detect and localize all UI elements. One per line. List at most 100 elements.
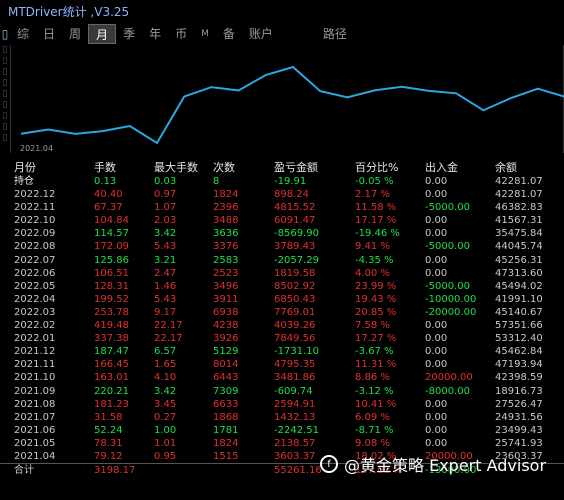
tab-9[interactable]: 账户 [242,24,280,44]
table-row[interactable]: 2022.03 253.78 9.17 6938 7769.01 20.85 % -2000… [0,306,564,319]
cell-maxLots: 5.43 [154,241,177,253]
cell-lots: 181.23 [94,398,129,410]
table-row[interactable]: 2022.01 337.38 22.17 3926 7849.56 17.27 % 0.00… [0,332,564,345]
tab-7[interactable]: M [194,24,216,44]
header-pnl[interactable]: 盈亏金额 [274,160,355,175]
cell-balance: 44045.74 [495,241,543,253]
side-marker-icon: ▯ [1,27,9,41]
header-count[interactable]: 次数 [213,160,274,175]
table-row[interactable]: 2022.02 419.48 22.17 4238 4039.26 7.58 % 0.00 5… [0,319,564,332]
cell-maxLots: 0.95 [154,450,177,462]
cell-balance: 23499.43 [495,424,543,436]
table-row[interactable]: 2021.11 166.45 1.65 8014 4795.35 11.31 % 0.00 4… [0,358,564,371]
cell-flow: 0.00 [425,411,448,423]
tab-8[interactable]: 备 [216,24,242,44]
header-month[interactable]: 月份 [0,160,94,175]
cell-balance: 45494.02 [495,280,543,292]
cell-count: 6633 [213,398,239,410]
table-row[interactable]: 持仓 0.13 0.03 8 -19.91 -0.05 % 0.00 42281.07 [0,175,564,188]
cell-pct: 19.43 % [355,293,397,305]
cell-month: 2022.11 [14,202,56,214]
cell-maxLots: 0.97 [154,189,177,201]
table-row[interactable]: 2022.11 67.37 1.07 2396 4815.52 11.58 % -5000.… [0,201,564,214]
cell-maxLots: 1.07 [154,202,177,214]
table-row[interactable]: 2022.08 172.09 5.43 3376 3789.43 9.41 % -5000.… [0,240,564,253]
cell-maxLots: 9.17 [154,306,177,318]
table-row[interactable]: 2022.05 128.31 1.46 3496 8502.92 23.99 % -5000… [0,280,564,293]
table-row[interactable]: 2021.12 187.47 6.57 5129 -1731.10 -3.67 % 0.00… [0,345,564,358]
table-row[interactable]: 2022.12 40.40 0.97 1824 898.24 2.17 % 0.00 4228… [0,188,564,201]
tab-2[interactable]: 周 [62,24,88,44]
cell-pct: 9.08 % [355,437,390,449]
header-maxLots[interactable]: 最大手数 [154,160,213,175]
cell-balance: 53312.40 [495,333,543,345]
cell-month: 2022.07 [14,254,56,266]
header-flow[interactable]: 出入金 [425,160,495,175]
table-row[interactable]: 2021.10 163.01 4.10 6443 3481.86 8.86 % 20000.… [0,371,564,384]
tab-3[interactable]: 月 [88,24,117,44]
cell-lots: 104.84 [94,215,129,227]
table-row[interactable]: 2022.07 125.86 3.21 2583 -2057.29 -4.35 % 0.00… [0,254,564,267]
cell-pnl: 3481.86 [274,372,316,384]
header-balance[interactable]: 余额 [495,160,564,175]
cell-maxLots: 1.65 [154,359,177,371]
table-row[interactable]: 2021.06 52.24 1.00 1781 -2242.51 -8.71 % 0.00 2… [0,424,564,437]
tab-0[interactable]: 综 [10,24,36,44]
cell-flow: 0.00 [425,267,448,279]
cell-pct: 23.99 % [355,280,397,292]
cell-lots: 78.31 [94,437,123,449]
cell-month: 2021.06 [14,424,56,436]
cell-month: 2022.09 [14,228,56,240]
left-scroll-strip[interactable]: ▯ ▯ ▯ ▯ ▯ ▯ ▯ ▯ ▯ [0,45,10,155]
tab-1[interactable]: 日 [36,24,62,44]
cell-count: 3636 [213,228,239,240]
cell-flow: 0.00 [425,437,448,449]
balance-line [20,65,564,145]
cell-pct: -0.05 % [355,176,394,187]
cell-month: 2021.07 [14,411,56,423]
cell-count: 4238 [213,320,239,332]
cell-pct: 10.41 % [355,398,397,410]
cell-count: 6443 [213,372,239,384]
cell-maxLots: 2.03 [154,215,177,227]
table-row[interactable]: 2022.09 114.57 3.42 3636 -8569.90 -19.46 % 0.0… [0,227,564,240]
cell-month: 持仓 [14,176,34,187]
cell-month: 2022.10 [14,215,56,227]
cell-month: 2022.02 [14,320,56,332]
cell-count: 2583 [213,254,239,266]
cell-month: 2022.08 [14,241,56,253]
watermark: f @黄金策略 Expert Advisor [320,452,546,476]
cell-month: 2021.11 [14,359,56,371]
cell-pnl: 7769.01 [274,306,316,318]
cell-lots: 67.37 [94,202,123,214]
table-row[interactable]: 2022.04 199.52 5.43 3911 6850.43 19.43 % -1000… [0,293,564,306]
cell-maxLots: 6.57 [154,346,177,358]
cell-pnl: 6850.43 [274,293,316,305]
tab-6[interactable]: 币 [168,24,194,44]
header-lots[interactable]: 手数 [94,160,154,175]
cell-count: 2396 [213,202,239,214]
cell-count: 3926 [213,333,239,345]
tab-path[interactable]: 路径 [316,24,354,44]
table-row[interactable]: 2021.05 78.31 1.01 1824 2138.57 9.08 % 0.00 257… [0,437,564,450]
tab-5[interactable]: 年 [142,24,168,44]
cell-pct: 11.58 % [355,202,397,214]
table-row[interactable]: 2021.08 181.23 3.45 6633 2594.91 10.41 % 0.00 2… [0,398,564,411]
cell-pnl: 4795.35 [274,359,316,371]
cell-month: 2022.03 [14,306,56,318]
cell-lots: 0.13 [94,176,117,187]
cell-count [213,464,274,476]
cell-maxLots: 2.47 [154,267,177,279]
table-row[interactable]: 2021.09 220.21 3.42 7309 -609.74 -3.12 % -8000… [0,385,564,398]
cell-flow: 0.00 [425,228,448,240]
table-row[interactable]: 2021.07 31.58 0.27 1868 1432.13 6.09 % 0.00 249… [0,411,564,424]
tab-4[interactable]: 季 [116,24,142,44]
cell-balance: 42398.59 [495,372,543,384]
cell-balance: 46382.83 [495,202,543,214]
table-row[interactable]: 2022.06 106.51 2.47 2523 1819.58 4.00 % 0.00 47… [0,267,564,280]
cell-pnl: -609.74 [274,385,313,397]
table-row[interactable]: 2022.10 104.84 2.03 3488 6091.47 17.17 % 0.00 4… [0,214,564,227]
header-pct[interactable]: 百分比% [355,160,425,175]
cell-pct: 2.17 % [355,189,390,201]
cell-maxLots: 0.27 [154,411,177,423]
